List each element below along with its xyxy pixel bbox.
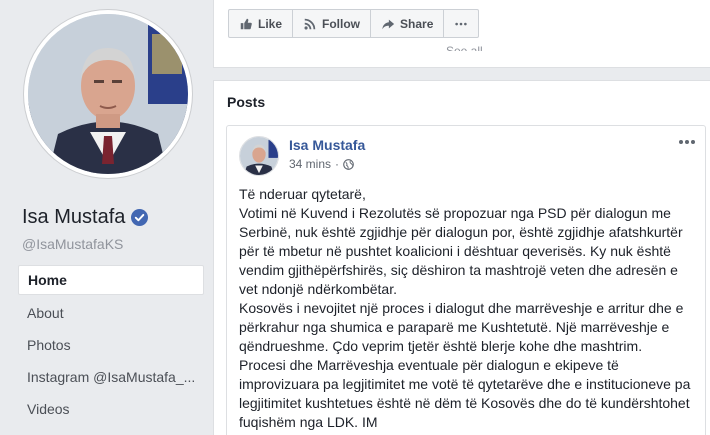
ellipsis-dot-icon [679,140,683,144]
nav-item-photos[interactable]: Photos [18,329,204,361]
page-actions-card: Like Follow Share See all [213,0,710,68]
posts-heading: Posts [227,94,266,110]
share-label: Share [400,16,434,31]
post-timestamp[interactable]: 34 mins [289,157,331,171]
page-nav: Home About Photos Instagram @IsaMustafa_… [18,265,204,425]
post-body: Të nderuar qytetarë, Votimi në Kuvend i … [239,185,699,432]
like-label: Like [258,16,283,31]
posts-card: Posts Isa Mustafa 34 mins · Të nderuar q… [213,80,710,435]
profile-avatar[interactable] [24,10,192,178]
profile-name-text: Isa Mustafa [22,206,126,228]
follow-label: Follow [322,16,361,31]
nav-item-videos[interactable]: Videos [18,393,204,425]
see-all-link[interactable]: See all [446,44,483,51]
post-author-name[interactable]: Isa Mustafa [289,137,365,153]
like-button[interactable]: Like [229,10,294,37]
nav-item-home[interactable]: Home [18,265,204,295]
nav-item-about[interactable]: About [18,297,204,329]
profile-photo [28,14,188,174]
left-column: Isa Mustafa @IsaMustafaKS Home About Pho… [0,0,212,435]
meta-separator: · [335,157,340,171]
post-author-photo [240,137,278,175]
verified-badge-icon [131,209,149,226]
post-paragraph: Votimi në Kuvend i Rezolutës së propozua… [239,205,683,297]
share-arrow-icon [382,19,395,29]
ellipsis-dot-icon [685,140,689,144]
ellipsis-dot-icon [691,140,695,144]
nav-item-instagram[interactable]: Instagram @IsaMustafa_... [18,361,204,393]
action-bar: Like Follow Share [228,9,480,38]
post-options-button[interactable] [677,136,697,148]
post-paragraph: Të nderuar qytetarë, [239,186,366,202]
globe-icon[interactable] [343,158,354,170]
post-meta: 34 mins · [289,157,354,171]
follow-button[interactable]: Follow [293,10,372,37]
profile-photo-illustration [28,14,188,174]
post-paragraph: Kosovës i nevojitet një proces i dialogu… [239,300,684,354]
rss-icon [304,18,316,30]
profile-handle[interactable]: @IsaMustafaKS [22,236,123,252]
ellipsis-icon [455,22,468,25]
more-options-button[interactable] [444,10,478,37]
post-author-avatar[interactable] [239,136,279,176]
post: Isa Mustafa 34 mins · Të nderuar qytetar… [226,125,706,435]
profile-name[interactable]: Isa Mustafa [22,206,149,229]
thumbs-up-icon [240,18,252,29]
post-paragraph: Procesi dhe Marrëveshja eventuale për di… [239,357,691,430]
share-button[interactable]: Share [371,10,445,37]
